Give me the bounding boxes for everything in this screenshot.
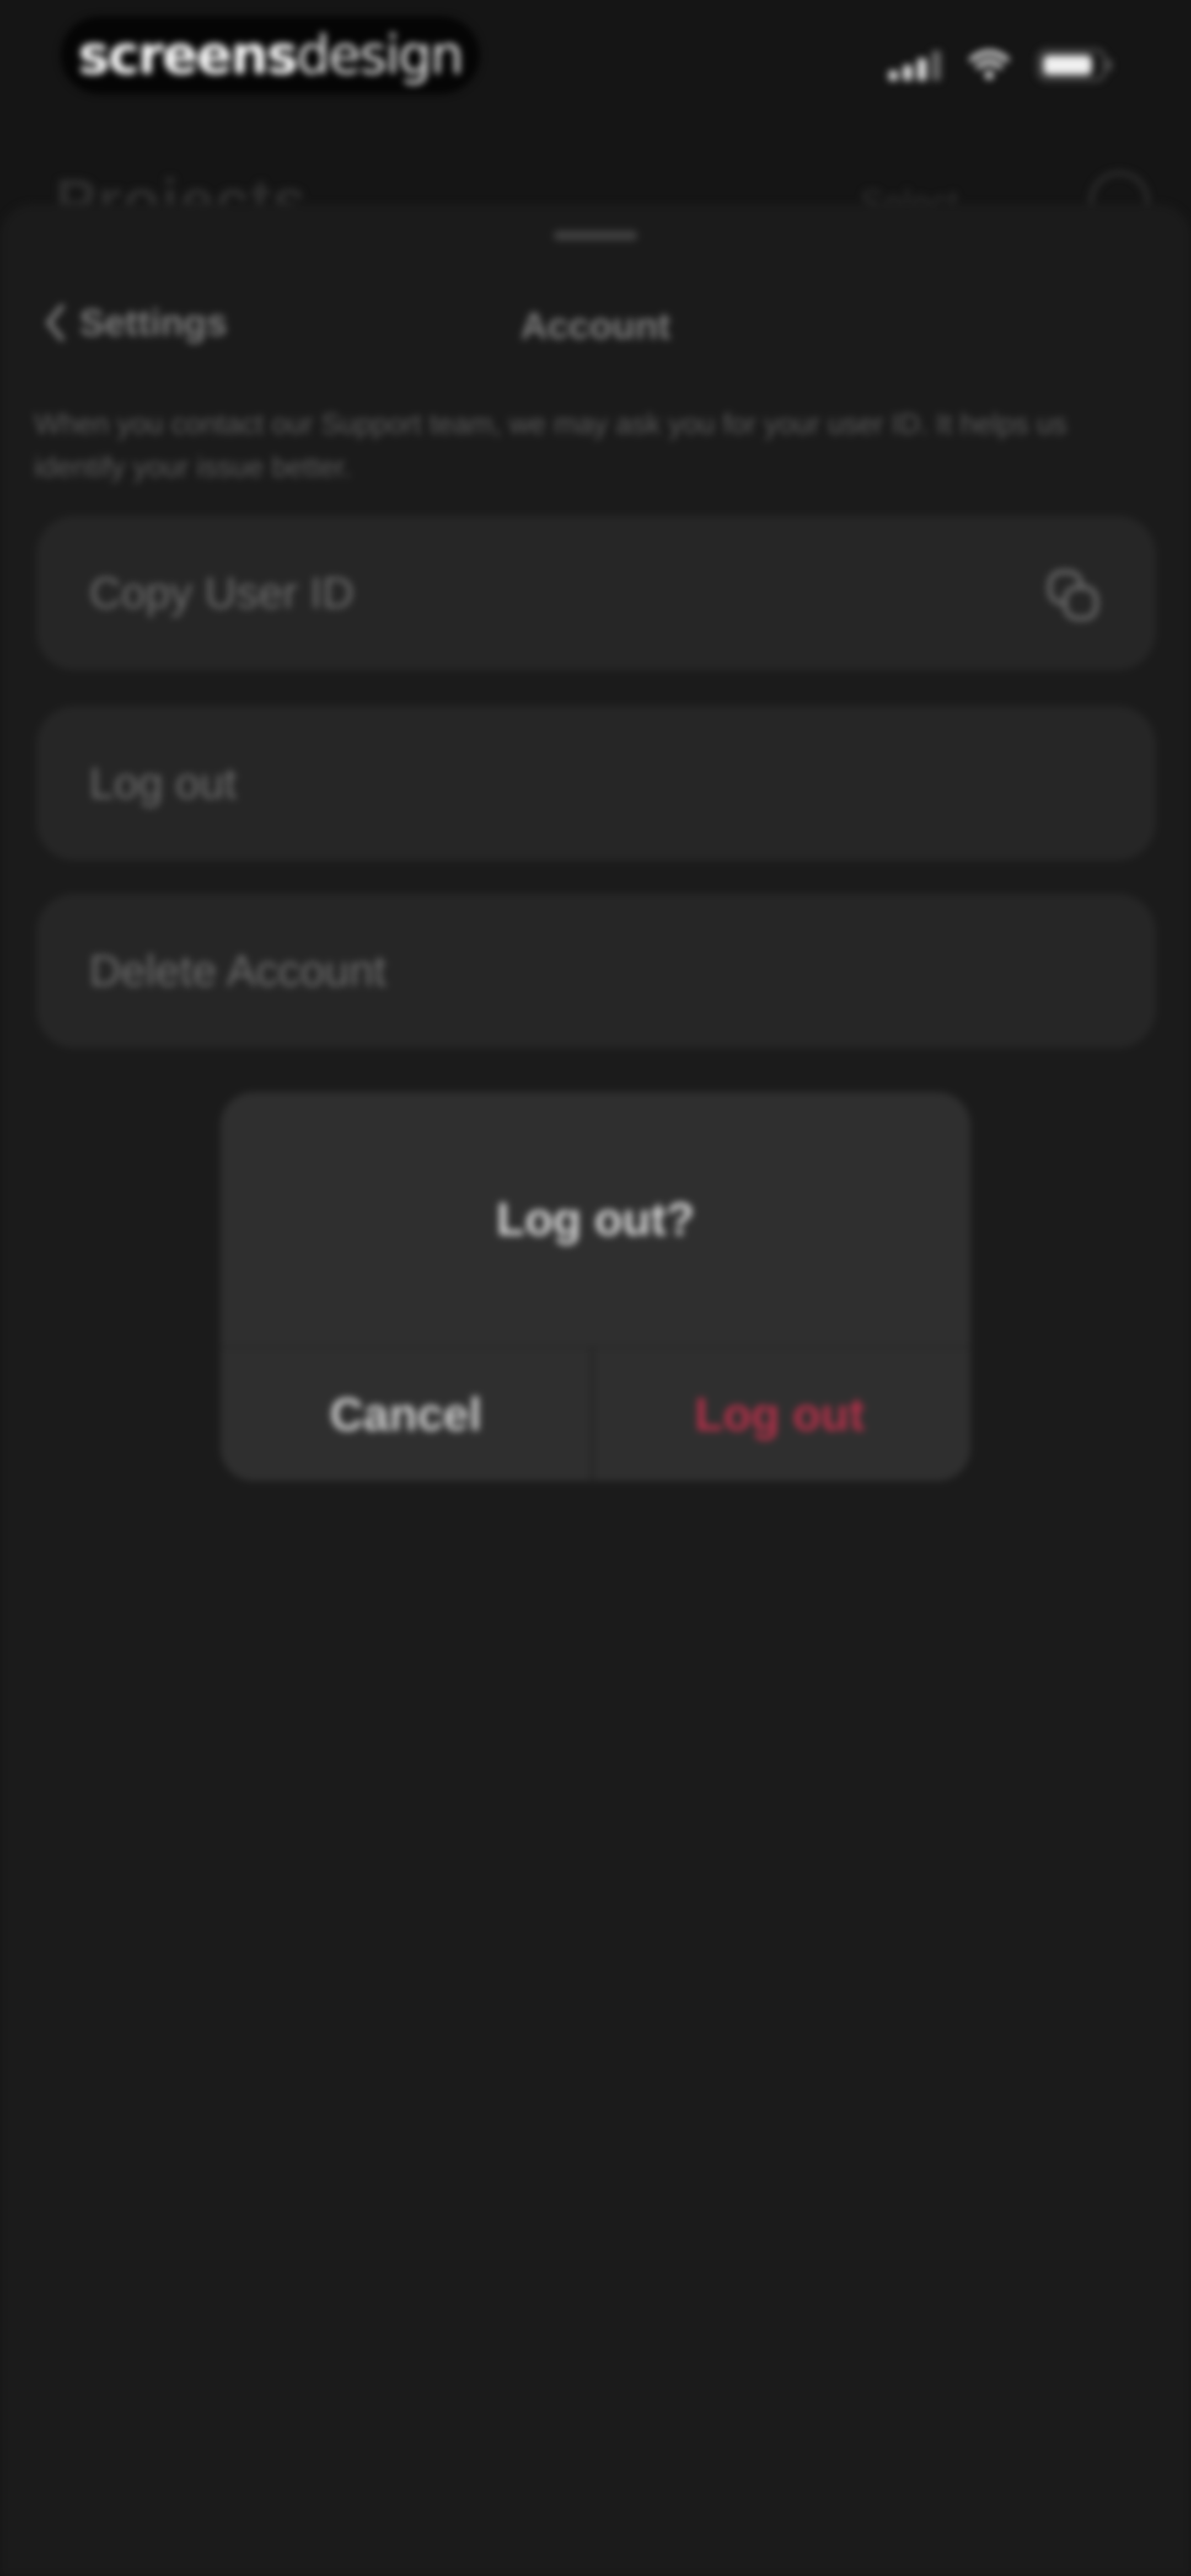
brand-watermark: screensdesign <box>61 17 480 94</box>
copy-icon <box>1048 570 1098 621</box>
copy-user-id-label: Copy User ID <box>89 568 355 617</box>
delete-account-row[interactable]: Delete Account <box>36 894 1156 1048</box>
brand-logo: screensdesign <box>78 29 464 82</box>
status-icons <box>889 49 1114 82</box>
cellular-signal-icon <box>889 51 941 81</box>
blurred-content: screensdesign Projects Select Settings A… <box>0 0 1191 2576</box>
status-bar: screensdesign <box>0 0 1191 121</box>
log-out-alert: Log out? Cancel Log out <box>221 1092 970 1481</box>
sheet-grabber[interactable] <box>554 231 637 241</box>
wifi-icon <box>969 50 1009 79</box>
alert-title: Log out? <box>496 1193 695 1245</box>
delete-account-label: Delete Account <box>89 946 387 995</box>
page-title: Account <box>521 305 670 347</box>
log-out-row[interactable]: Log out <box>36 706 1156 861</box>
confirm-log-out-button[interactable]: Log out <box>594 1348 965 1481</box>
screen: screensdesign Projects Select Settings A… <box>0 0 1191 2576</box>
copy-user-id-row[interactable]: Copy User ID <box>36 516 1156 670</box>
brand-light-text: design <box>296 24 464 86</box>
nav-bar: Settings Account <box>0 276 1191 364</box>
brand-bold-text: screens <box>78 24 298 86</box>
log-out-label: Log out <box>89 758 237 808</box>
cancel-button[interactable]: Cancel <box>221 1348 591 1481</box>
battery-icon <box>1037 49 1112 82</box>
support-info-text: When you contact our Support team, we ma… <box>34 408 1067 483</box>
